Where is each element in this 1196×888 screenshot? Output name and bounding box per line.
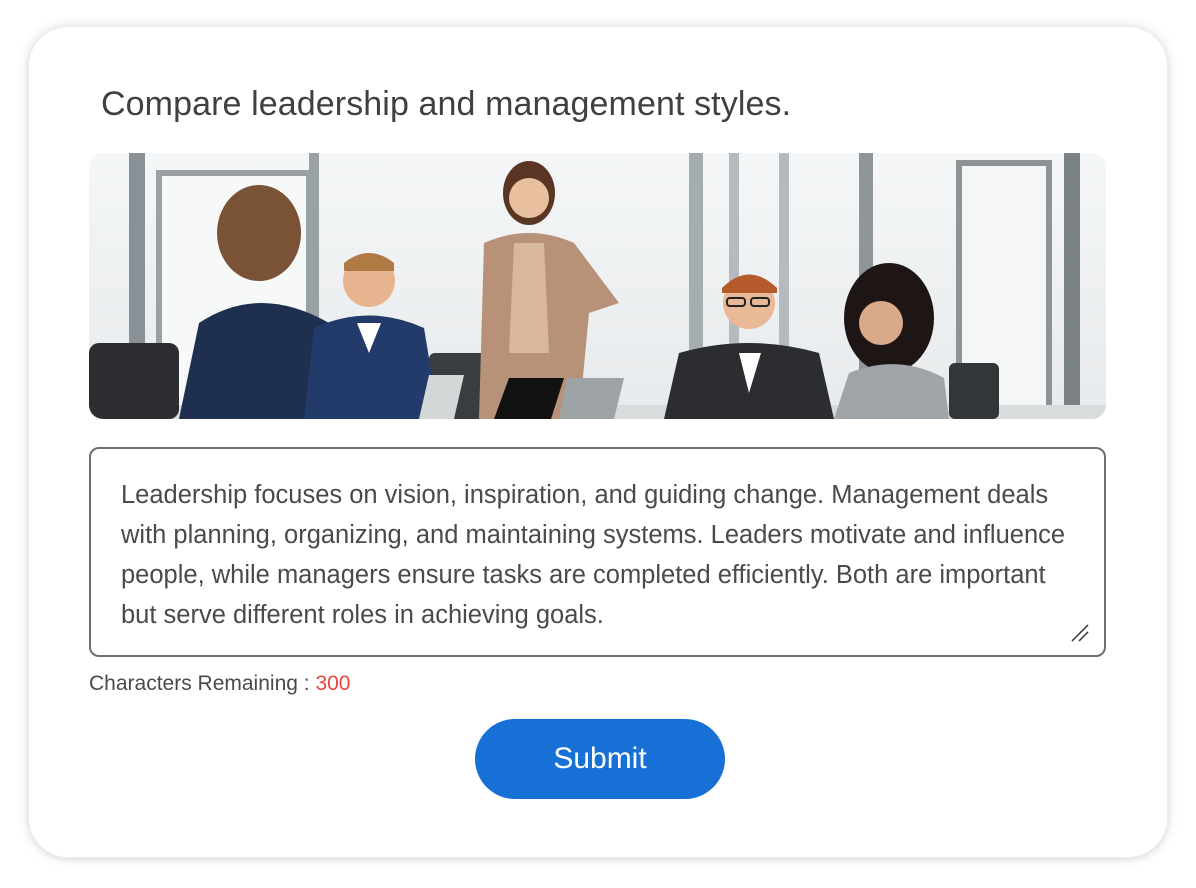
counter-label: Characters Remaining : xyxy=(89,672,310,695)
question-card: Compare leadership and management styles… xyxy=(28,26,1168,858)
meeting-photo xyxy=(89,153,1106,419)
submit-button[interactable]: Submit xyxy=(475,719,725,799)
resize-grip-icon[interactable] xyxy=(1068,621,1090,643)
answer-textarea[interactable]: Leadership focuses on vision, inspiratio… xyxy=(89,447,1106,657)
counter-value: 300 xyxy=(315,672,351,695)
question-title: Compare leadership and management styles… xyxy=(101,85,792,123)
answer-text[interactable]: Leadership focuses on vision, inspiratio… xyxy=(121,475,1084,635)
characters-remaining: Characters Remaining : 300 xyxy=(89,672,350,696)
